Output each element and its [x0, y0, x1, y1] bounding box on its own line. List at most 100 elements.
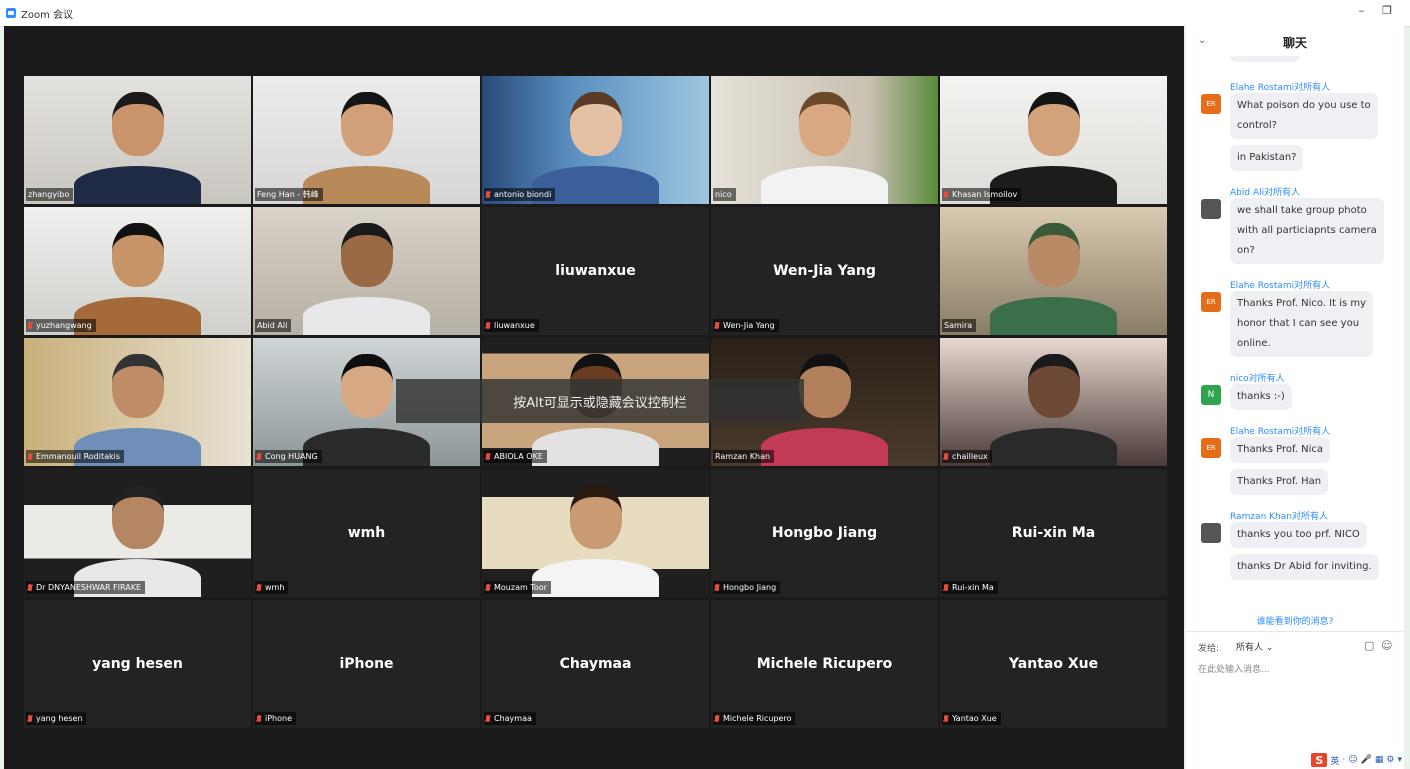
minimize-button[interactable]: – — [1359, 4, 1365, 17]
participant-tile[interactable]: zhangyibo — [24, 76, 251, 204]
ime-button[interactable]: ▾ — [1397, 755, 1402, 765]
participant-name-label: yuzhangwang — [26, 319, 96, 332]
participant-tile[interactable]: iPhone iPhone — [253, 600, 480, 728]
participant-name-label: Abid Ali — [255, 319, 292, 332]
ime-toolbar: S 英 · ☺ 🎤 ▦ ⚙ ▾ — [1311, 753, 1402, 767]
ime-button[interactable]: ▦ — [1375, 755, 1384, 765]
message-line: Thanks Prof. Nica — [1237, 444, 1323, 455]
emoji-icon[interactable]: ☺ — [1381, 639, 1392, 652]
participant-tile[interactable]: nico — [711, 76, 938, 204]
ime-button[interactable]: 🎤 — [1361, 755, 1372, 765]
participant-name-label: Yantao Xue — [942, 712, 1001, 725]
participant-center-name: Wen-Jia Yang — [773, 263, 876, 279]
participant-name: Abid Ali — [257, 321, 288, 330]
participant-video — [940, 207, 1167, 335]
participant-name-label: Wen-Jia Yang — [713, 319, 779, 332]
message-line: Thanks Prof. Nico. It is my — [1237, 298, 1367, 309]
muted-mic-icon — [486, 191, 490, 198]
participant-name-label: Emmanouil Roditakis — [26, 450, 125, 463]
participant-tile[interactable]: Mouzam Toor — [482, 469, 709, 597]
participant-name-label: ABIOLA OKE — [484, 450, 547, 463]
participant-name-label: antonio biondi — [484, 188, 556, 201]
chat-sender: Abid Ali对所有人 — [1230, 188, 1301, 198]
participant-name-label: liuwanxue — [484, 319, 539, 332]
chat-sender: Ramzan Khan对所有人 — [1230, 512, 1328, 522]
participant-video — [253, 207, 480, 335]
participant-body — [532, 428, 659, 466]
muted-mic-icon — [257, 715, 261, 722]
participant-name-label: Michele Ricupero — [713, 712, 796, 725]
muted-mic-icon — [486, 322, 490, 329]
participant-name-label: Hongbo Jiang — [713, 581, 781, 594]
participant-center-name: Yantao Xue — [1008, 656, 1099, 672]
ime-button[interactable]: ⚙ — [1386, 755, 1394, 765]
message-line: What poison do you use to — [1237, 100, 1371, 111]
participant-name-label: Chaymaa — [484, 712, 536, 725]
participant-name-label: zhangyibo — [26, 188, 74, 201]
participant-video — [940, 338, 1167, 466]
participant-tile[interactable]: wmh wmh — [253, 469, 480, 597]
participant-tile[interactable]: Samira — [940, 207, 1167, 335]
participant-tile[interactable]: Michele Ricupero Michele Ricupero — [711, 600, 938, 728]
participant-center-name: Michele Ricupero — [756, 656, 893, 672]
ime-button[interactable]: ☺ — [1348, 755, 1357, 765]
participant-video — [482, 76, 709, 204]
recipient-dropdown[interactable]: 所有人 ⌄ — [1236, 640, 1273, 653]
participant-body — [303, 428, 430, 466]
participant-face — [569, 92, 622, 156]
participant-name-label: yang hesen — [26, 712, 87, 725]
muted-mic-icon — [944, 715, 948, 722]
who-can-see-link[interactable]: 谁能看到你的消息? — [1186, 614, 1404, 627]
participant-face — [340, 223, 393, 287]
participant-name: liuwanxue — [494, 321, 535, 330]
participant-center-name: Chaymaa — [559, 656, 632, 672]
participant-tile[interactable]: Yantao Xue Yantao Xue — [940, 600, 1167, 728]
sender-avatar-icon: ER — [1201, 292, 1221, 312]
window-title: Zoom 会议 — [21, 9, 74, 21]
chat-message-bubble: Thanks Prof. Nica — [1230, 437, 1330, 463]
participant-tile[interactable]: liuwanxue liuwanxue — [482, 207, 709, 335]
chat-message-list[interactable]: Elahe Rostami对所有人 ER What poison do you us… — [1186, 26, 1404, 616]
participant-name: Khasan Ismoilov — [952, 190, 1018, 199]
participant-tile[interactable]: Hongbo Jiang Hongbo Jiang — [711, 469, 938, 597]
muted-mic-icon — [28, 322, 32, 329]
muted-mic-icon — [257, 584, 261, 591]
restore-button[interactable]: ❐ — [1382, 4, 1392, 17]
participant-name-label: iPhone — [255, 712, 297, 725]
muted-mic-icon — [715, 715, 719, 722]
chat-input[interactable]: 在此处输入消息... — [1198, 662, 1270, 675]
participant-video — [482, 469, 709, 597]
message-line: thanks you too prf. NICO — [1237, 529, 1360, 540]
participant-tile[interactable]: Khasan Ismoilov — [940, 76, 1167, 204]
participant-tile[interactable]: antonio biondi — [482, 76, 709, 204]
sogou-ime-logo[interactable]: S — [1311, 753, 1328, 767]
participant-tile[interactable]: Chaymaa Chaymaa — [482, 600, 709, 728]
participant-body — [990, 297, 1117, 335]
participant-tile[interactable]: yang hesen yang hesen — [24, 600, 251, 728]
message-line: Thanks Prof. Han — [1237, 476, 1322, 487]
participant-tile[interactable]: Dr DNYANESHWAR FIRAKE — [24, 469, 251, 597]
participant-name: Samira — [944, 321, 973, 330]
participant-name-label: wmh — [255, 581, 289, 594]
muted-mic-icon — [28, 453, 32, 460]
video-gallery: zhangyibo Feng Han - 韩峰 antonio biondi nico… — [4, 26, 1184, 769]
participant-tile[interactable]: chailleux — [940, 338, 1167, 466]
participant-tile[interactable]: yuzhangwang — [24, 207, 251, 335]
participant-center-name: iPhone — [339, 656, 394, 672]
participant-name: Ramzan Khan — [715, 452, 771, 461]
file-icon[interactable]: ▢ — [1364, 639, 1374, 652]
muted-mic-icon — [715, 322, 719, 329]
participant-face — [798, 92, 851, 156]
chat-message-bubble: Thanks Prof. Han — [1230, 469, 1329, 495]
participant-tile[interactable]: Emmanouil Roditakis — [24, 338, 251, 466]
participant-tile[interactable]: Abid Ali — [253, 207, 480, 335]
participant-tile[interactable]: Rui-xin Ma Rui-xin Ma — [940, 469, 1167, 597]
participant-tile[interactable]: Wen-Jia Yang Wen-Jia Yang — [711, 207, 938, 335]
ime-button[interactable]: 英 — [1330, 754, 1339, 767]
participant-body — [761, 428, 888, 466]
ime-button[interactable]: · — [1342, 755, 1345, 765]
muted-mic-icon — [944, 191, 948, 198]
participant-tile[interactable]: Feng Han - 韩峰 — [253, 76, 480, 204]
chat-message-bubble: thanks :-) — [1230, 384, 1292, 410]
participant-name: Wen-Jia Yang — [723, 321, 775, 330]
